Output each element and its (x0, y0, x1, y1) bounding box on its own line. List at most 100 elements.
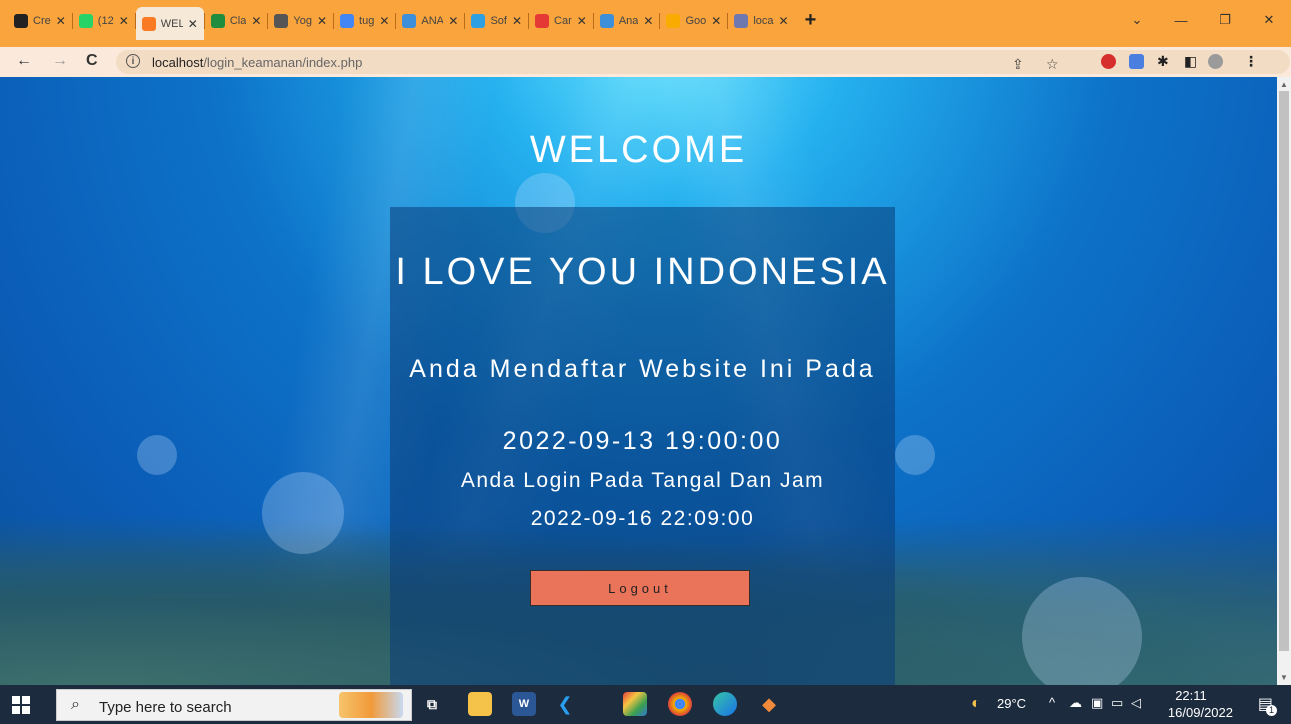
word-icon[interactable]: W (512, 692, 536, 716)
extension-red-icon[interactable] (1101, 54, 1116, 69)
tab-search-chevron-icon[interactable]: ⌄ (1115, 12, 1159, 28)
volume-icon[interactable]: ◁ (1131, 695, 1141, 711)
browser-tab[interactable]: Car ✕ (529, 7, 593, 35)
tab-title: Goo (685, 14, 707, 27)
notification-count: 1 (1266, 705, 1277, 716)
git-icon[interactable]: ◆ (757, 692, 781, 716)
chrome-icon[interactable] (668, 692, 692, 716)
browser-tab[interactable]: Cre ✕ (8, 7, 72, 35)
graph-icon (402, 13, 417, 28)
search-icon: ⌕ (71, 696, 80, 713)
window-controls: ⌄ — ❐ ✕ (1115, 0, 1291, 40)
scrollbar-thumb[interactable] (1279, 91, 1289, 651)
file-explorer-icon[interactable] (468, 692, 492, 716)
browser-tab-strip: Cre ✕ (12 ✕ WEL ✕ Cla ✕ Yog ✕ tug ✕ ANA ✕ Sof ✕ Car ✕ Ana ✕… (0, 0, 1291, 47)
tab-title: loca (753, 14, 774, 27)
url-path: /login_keamanan/index.php (203, 55, 363, 70)
bookmark-star-icon[interactable]: ☆ (1046, 56, 1059, 73)
tab-close-icon[interactable]: ✕ (56, 14, 66, 28)
browser-tab[interactable]: ANA ✕ (396, 7, 464, 35)
restore-button[interactable]: ❐ (1203, 12, 1247, 28)
clock-time[interactable]: 22:11 (1166, 688, 1216, 703)
tab-title: (12 (97, 14, 114, 27)
clock-date[interactable]: 16/09/2022 (1168, 705, 1233, 720)
bubble (1022, 577, 1142, 685)
new-tab-button[interactable]: + (805, 9, 817, 32)
search-highlight-image (339, 692, 403, 718)
close-window-button[interactable]: ✕ (1247, 12, 1291, 28)
extension-translate-icon[interactable] (1129, 54, 1144, 69)
forward-button[interactable]: → (52, 52, 68, 70)
tab-close-icon[interactable]: ✕ (577, 14, 587, 28)
tab-close-icon[interactable]: ✕ (317, 14, 327, 28)
vscode-icon[interactable]: ❮ (553, 692, 577, 716)
tab-close-icon[interactable]: ✕ (711, 14, 721, 28)
weather-icon[interactable]: ◐ (971, 695, 981, 713)
analytics-icon (666, 13, 681, 28)
weather-temp[interactable]: 29°C (997, 696, 1026, 711)
tab-close-icon[interactable]: ✕ (512, 14, 522, 28)
tab-title: Cre (33, 14, 51, 27)
tab-close-icon[interactable]: ✕ (379, 14, 389, 28)
whatsapp-icon (78, 13, 93, 28)
globe-icon (274, 13, 289, 28)
url-text[interactable]: localhost/login_keamanan/index.php (152, 55, 362, 70)
minimize-button[interactable]: — (1159, 13, 1203, 28)
browser-tab[interactable]: loca ✕ (728, 7, 794, 35)
scroll-up-icon[interactable]: ▲ (1280, 80, 1288, 89)
google-icon (340, 13, 355, 28)
xampp-icon (141, 16, 156, 31)
url-host: localhost (152, 55, 204, 70)
edge-icon[interactable] (713, 692, 737, 716)
opera-icon (535, 13, 550, 28)
phpmyadmin-icon (734, 13, 749, 28)
browser-tab[interactable]: WEL ✕ (135, 7, 204, 40)
tab-title: WEL (160, 17, 183, 30)
reload-button[interactable]: C (86, 52, 98, 70)
browser-tab[interactable]: Goo ✕ (660, 7, 727, 35)
browser-tab[interactable]: Ana ✕ (594, 7, 660, 35)
back-button[interactable]: ← (16, 52, 32, 70)
start-button[interactable] (12, 696, 30, 714)
search-placeholder: Type here to search (99, 699, 232, 716)
browser-tab[interactable]: Yog ✕ (268, 7, 333, 35)
tab-title: ANA (421, 14, 444, 27)
sync-icon (471, 13, 486, 28)
tab-close-icon[interactable]: ✕ (643, 14, 653, 28)
share-icon[interactable]: ⇪ (1012, 56, 1024, 73)
classroom-icon (210, 13, 225, 28)
tab-close-icon[interactable]: ✕ (448, 14, 458, 28)
page-scrollbar[interactable]: ▲ ▼ (1277, 77, 1291, 685)
taskbar-search-box[interactable]: ⌕ Type here to search (56, 689, 412, 721)
browser-tab[interactable]: Sof ✕ (465, 7, 528, 35)
browser-tab[interactable]: tug ✕ (334, 7, 395, 35)
graph-icon (599, 13, 614, 28)
site-info-icon[interactable]: i (126, 54, 140, 68)
tab-title: Car (554, 14, 572, 27)
tab-close-icon[interactable]: ✕ (779, 14, 789, 28)
tab-close-icon[interactable]: ✕ (119, 14, 129, 28)
extensions-puzzle-icon[interactable]: ✱ (1157, 53, 1169, 70)
tab-title: Cla (229, 14, 247, 27)
tab-title: Ana (618, 14, 639, 27)
task-view-icon[interactable]: ⧉ (420, 692, 444, 716)
logout-button[interactable]: Logout (530, 570, 750, 606)
web-page: WELCOME I LOVE YOU INDONESIA Anda Mendaf… (0, 77, 1277, 685)
profile-avatar[interactable] (1208, 54, 1223, 69)
love-heading: I LOVE YOU INDONESIA (395, 251, 890, 293)
browser-tab[interactable]: Cla ✕ (205, 7, 268, 35)
tray-chevron-icon[interactable]: ^ (1049, 695, 1055, 710)
side-panel-icon[interactable]: ◧ (1184, 53, 1197, 70)
menu-kebab-icon[interactable]: ⋮ (1244, 53, 1258, 70)
xampp-control-icon[interactable] (623, 692, 647, 716)
tab-close-icon[interactable]: ✕ (188, 17, 198, 31)
tab-close-icon[interactable]: ✕ (251, 14, 261, 28)
meet-icon[interactable]: ▣ (1091, 695, 1103, 711)
browser-tab[interactable]: (12 ✕ (73, 7, 135, 35)
onedrive-icon[interactable]: ☁ (1069, 695, 1082, 711)
login-label: Anda Login Pada Tangal Dan Jam (460, 469, 825, 492)
scroll-down-icon[interactable]: ▼ (1280, 673, 1288, 682)
network-icon[interactable]: ▭ (1111, 695, 1123, 711)
github-icon (14, 13, 28, 28)
registered-datetime: 2022-09-13 19:00:00 (502, 427, 783, 455)
